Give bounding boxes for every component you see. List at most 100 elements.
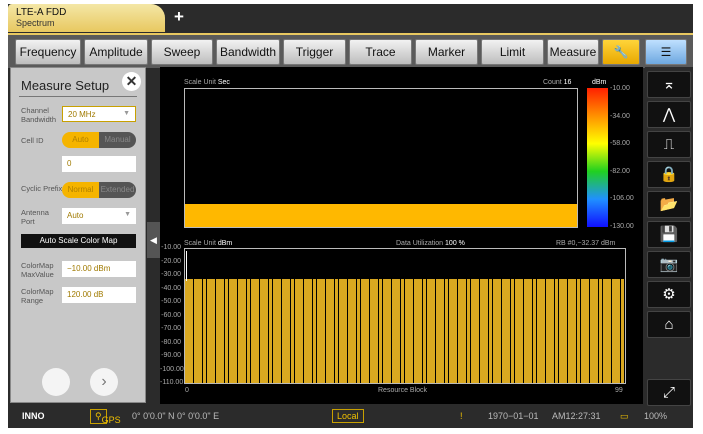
marker-peak-icon[interactable]: ⋀	[647, 101, 691, 128]
bar	[347, 278, 352, 383]
display-area: Scale Unit Sec Count 16 dBm -10.00 -34.00…	[160, 67, 643, 404]
spectrogram-scale-unit: Scale Unit Sec	[184, 79, 230, 86]
colormap-max-input[interactable]: −10.00 dBm	[62, 261, 136, 277]
bar	[193, 278, 198, 383]
prev-button[interactable]	[42, 368, 70, 396]
antenna-port-select[interactable]: Auto ▼	[62, 208, 136, 224]
marker-readout: RB #0,−32.37 dBm	[556, 240, 616, 247]
trigger-button[interactable]: Trigger	[283, 39, 346, 65]
sweep-button[interactable]: Sweep	[151, 39, 213, 65]
gear-icon[interactable]: ⚙	[647, 281, 691, 308]
measure-button[interactable]: Measure	[547, 39, 599, 65]
collapse-panel-button[interactable]: ◀	[147, 222, 160, 258]
cyclic-prefix-label: Cyclic Prefix	[21, 184, 63, 193]
spectrogram-trace	[185, 204, 577, 227]
cell-id-auto[interactable]: Auto	[62, 132, 99, 148]
folder-icon[interactable]: 📂	[647, 191, 691, 218]
bar	[563, 278, 568, 383]
tab-title: LTE-A FDD	[16, 7, 67, 18]
bar	[396, 278, 400, 383]
channel-bandwidth-select[interactable]: 20 MHz ▼	[62, 106, 136, 122]
bar	[497, 278, 502, 383]
y-tick: -50.00	[161, 298, 181, 305]
bar	[387, 278, 392, 383]
trace-button[interactable]: Trace	[349, 39, 412, 65]
bar	[462, 278, 466, 383]
tab-lte-a-fdd[interactable]: LTE-A FDD Spectrum	[8, 4, 165, 32]
lock-icon[interactable]: 🔒	[647, 161, 691, 188]
gps-coordinates: 0° 0'0.0" N 0° 0'0.0" E	[132, 411, 220, 421]
toolbar: Frequency Amplitude Sweep Bandwidth Trig…	[8, 33, 693, 68]
bar	[303, 278, 308, 383]
fullscreen-icon[interactable]: ⤢	[647, 379, 691, 406]
chevron-down-icon: ▼	[123, 110, 130, 117]
add-tab-button[interactable]: +	[174, 7, 184, 27]
bar	[220, 278, 224, 383]
bar	[325, 278, 330, 383]
colorbar-tick: -10.00	[610, 85, 630, 92]
close-icon[interactable]: ✕	[122, 72, 141, 91]
colorbar-tick: -58.00	[610, 140, 630, 147]
menu-icon[interactable]: ☰	[645, 39, 687, 65]
bandwidth-button[interactable]: Bandwidth	[216, 39, 280, 65]
bar	[374, 278, 378, 383]
y-tick: -20.00	[161, 257, 181, 265]
cell-id-manual[interactable]: Manual	[99, 132, 136, 148]
wrench-icon[interactable]: 🔧	[602, 39, 640, 65]
bar	[515, 278, 519, 383]
auto-scale-color-map-button[interactable]: Auto Scale Color Map	[21, 234, 136, 248]
x-tick-0: 0	[185, 387, 189, 394]
y-tick: -10.00	[161, 244, 181, 251]
cp-extended[interactable]: Extended	[99, 182, 136, 198]
bar	[233, 278, 238, 383]
spectrogram-plot	[184, 88, 578, 228]
next-button[interactable]: ›	[90, 368, 118, 396]
bar	[559, 278, 563, 383]
bar	[484, 278, 488, 383]
bar	[400, 278, 405, 383]
save-icon[interactable]: 💾	[647, 221, 691, 248]
frequency-button[interactable]: Frequency	[15, 39, 81, 65]
bar	[545, 278, 550, 383]
bar	[457, 278, 462, 383]
tab-subtitle: Spectrum	[16, 18, 55, 28]
bar	[215, 278, 220, 383]
colormap-range-input[interactable]: 120.00 dB	[62, 287, 136, 303]
bar	[422, 278, 427, 383]
cp-normal[interactable]: Normal	[62, 182, 99, 198]
marker-button[interactable]: Marker	[415, 39, 478, 65]
bar	[286, 278, 290, 383]
colorbar-tick: -82.00	[610, 167, 630, 175]
cyclic-prefix-toggle[interactable]: Normal Extended	[62, 182, 136, 198]
camera-icon[interactable]: 📷	[647, 251, 691, 278]
amplitude-button[interactable]: Amplitude	[84, 39, 148, 65]
bar	[519, 278, 524, 383]
bar	[290, 278, 295, 383]
bar	[471, 278, 475, 383]
bar	[620, 278, 625, 383]
antenna-port-value: Auto	[67, 211, 84, 220]
cell-id-toggle[interactable]: Auto Manual	[62, 132, 136, 148]
y-tick: -110.00	[160, 379, 184, 386]
y-tick: -70.00	[161, 325, 181, 332]
right-sidebar: ⌅ ⋀ ⎍ 🔒 📂 💾 📷 ⚙ ⌂ ⤢	[645, 67, 693, 406]
cell-id-input[interactable]: 0	[62, 156, 136, 172]
local-mode-badge[interactable]: Local	[332, 409, 364, 423]
colormap-max-label: ColorMap MaxValue	[21, 261, 54, 279]
peak-search-icon[interactable]: ⌅	[647, 71, 691, 98]
bar	[356, 278, 361, 383]
y-tick: -100.00	[160, 365, 184, 373]
bar-plot	[184, 248, 626, 384]
bar	[383, 278, 387, 383]
bar	[413, 278, 418, 383]
limit-button[interactable]: Limit	[481, 39, 544, 65]
colorbar-tick: -130.00	[610, 222, 634, 230]
channel-bandwidth-value: 20 MHz	[68, 110, 96, 119]
signal-trace-icon[interactable]: ⎍	[647, 131, 691, 158]
bar	[361, 278, 365, 383]
home-icon[interactable]: ⌂	[647, 311, 691, 338]
y-tick: -30.00	[161, 271, 181, 278]
bar	[202, 278, 207, 383]
antenna-port-label: Antenna Port	[21, 208, 49, 226]
y-tick: -60.00	[161, 311, 181, 319]
